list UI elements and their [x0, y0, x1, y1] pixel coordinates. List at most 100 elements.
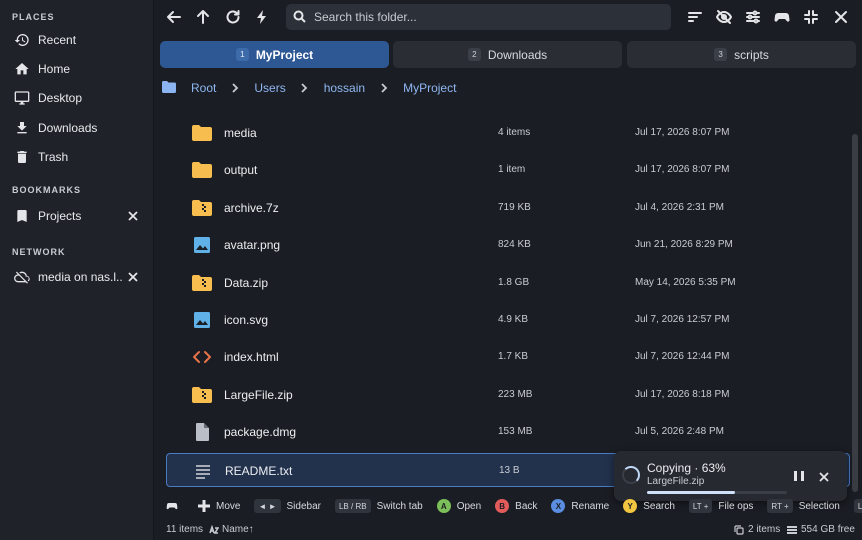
pause-button[interactable] — [794, 471, 804, 481]
hint-item-10: L3 / R — [853, 499, 862, 513]
tab-myproject[interactable]: 1 MyProject — [160, 41, 389, 68]
download-icon — [14, 120, 30, 136]
sidebar-item-label: Trash — [38, 150, 69, 164]
file-row[interactable]: media 4 items Jul 17, 2026 8:07 PM — [166, 116, 850, 150]
tab-label: Downloads — [487, 47, 548, 62]
tab-scripts[interactable]: 3 scripts — [627, 41, 856, 68]
status-bar: 11 items Name↑ 2 items 554 GB free — [154, 519, 862, 540]
text-file-icon — [193, 462, 213, 480]
search-box[interactable] — [286, 4, 671, 30]
hint-back: B Back — [495, 499, 537, 513]
hint-label: File ops — [718, 500, 754, 512]
hint-file-ops: LT + File ops — [688, 499, 754, 513]
hint-label: Rename — [571, 500, 610, 512]
toggle-hidden-button[interactable] — [714, 8, 734, 28]
cancel-copy-button[interactable] — [819, 471, 829, 482]
sort-indicator[interactable]: Name↑ — [209, 524, 254, 535]
network-heading: NETWORK — [12, 247, 66, 257]
toolbar — [154, 0, 862, 36]
hint-key: L3 / R — [853, 499, 862, 513]
file-row[interactable]: icon.svg 4.9 KB Jul 7, 2026 12:57 PM — [166, 303, 850, 337]
file-row[interactable]: Data.zip 1.8 GB May 14, 2026 5:35 PM — [166, 266, 850, 300]
sliders-icon — [745, 9, 761, 28]
file-list: media 4 items Jul 17, 2026 8:07 PM output 1 … — [154, 112, 862, 492]
file-name: LargeFile.zip — [224, 387, 293, 402]
file-name: output — [224, 163, 258, 178]
hint-label: Move — [216, 500, 241, 512]
file-row[interactable]: package.dmg 153 MB Jul 5, 2026 2:48 PM — [166, 415, 850, 449]
desktop-icon — [14, 90, 30, 106]
arrow-left-icon — [166, 9, 182, 28]
gamepad-mode-button[interactable] — [772, 8, 792, 28]
copy-status: Copying · 63% — [647, 461, 726, 475]
hint-key: LT + — [688, 499, 713, 513]
scrollbar[interactable] — [852, 134, 858, 492]
file-date: Jul 7, 2026 12:44 PM — [635, 351, 730, 363]
code-icon — [192, 348, 212, 366]
zip-folder-icon — [192, 199, 212, 217]
sidebar-item-label: Projects — [38, 209, 82, 223]
hint-button-y: Y — [623, 499, 638, 513]
history-icon — [14, 32, 30, 48]
selection-label: 2 items — [748, 524, 781, 535]
close-button[interactable] — [831, 8, 851, 28]
disconnect-icon[interactable] — [126, 270, 140, 284]
sidebar-item-desktop[interactable]: Desktop — [0, 84, 154, 112]
breadcrumb-hossain[interactable]: hossain — [324, 81, 365, 95]
hint-item-0 — [166, 500, 184, 512]
search-input[interactable] — [314, 4, 654, 30]
chevron-right-icon — [294, 83, 316, 93]
tab-downloads[interactable]: 2 Downloads — [393, 41, 622, 68]
refresh-icon — [225, 9, 241, 28]
close-icon — [833, 9, 849, 28]
tab-number: 3 — [714, 48, 728, 61]
file-name: Data.zip — [224, 275, 269, 290]
sort-button[interactable] — [685, 8, 705, 28]
refresh-button[interactable] — [223, 8, 243, 28]
hint-label: Open — [456, 500, 482, 512]
sidebar-item-downloads[interactable]: Downloads — [0, 114, 154, 142]
sidebar-item-trash[interactable]: Trash — [0, 143, 154, 171]
quick-action-button[interactable] — [252, 8, 272, 28]
disk-free: 554 GB free — [787, 524, 855, 535]
sidebar-item-network-share[interactable]: media on nas.l... — [0, 263, 154, 291]
file-row[interactable]: index.html 1.7 KB Jul 7, 2026 12:44 PM — [166, 340, 850, 374]
breadcrumb-users[interactable]: Users — [254, 81, 285, 95]
home-icon — [14, 61, 30, 77]
breadcrumb-current[interactable]: MyProject — [403, 81, 456, 95]
arrow-up-icon — [195, 9, 211, 28]
exit-fullscreen-button[interactable] — [801, 8, 821, 28]
file-name: archive.7z — [224, 200, 279, 215]
tab-number: 2 — [467, 48, 481, 61]
file-row[interactable]: LargeFile.zip 223 MB Jul 17, 2026 8:18 PM — [166, 378, 850, 412]
selection-count: 2 items — [734, 524, 780, 535]
back-button[interactable] — [164, 8, 184, 28]
sidebar-item-projects[interactable]: Projects — [0, 202, 154, 230]
remove-bookmark-icon[interactable] — [126, 209, 140, 223]
settings-button[interactable] — [743, 8, 763, 28]
hint-selection: RT + Selection — [767, 499, 840, 513]
hint-move: Move — [198, 500, 240, 512]
collapse-icon — [803, 9, 819, 28]
zip-folder-icon — [192, 386, 212, 404]
file-name: icon.svg — [224, 313, 269, 327]
file-row[interactable]: output 1 item Jul 17, 2026 8:07 PM — [166, 153, 850, 187]
file-size: 719 KB — [498, 201, 531, 213]
file-name: media — [224, 126, 257, 140]
sidebar-item-home[interactable]: Home — [0, 55, 154, 83]
hint-label: Sidebar — [286, 500, 321, 512]
up-button[interactable] — [193, 8, 213, 28]
close-icon — [819, 472, 829, 482]
breadcrumb-root[interactable]: Root — [191, 81, 216, 95]
copy-icon — [734, 524, 744, 535]
sidebar-item-recent[interactable]: Recent — [0, 26, 154, 54]
file-date: May 14, 2026 5:35 PM — [635, 276, 736, 288]
file-name: avatar.png — [224, 238, 281, 253]
file-name: README.txt — [225, 463, 293, 478]
file-row[interactable]: avatar.png 824 KB Jun 21, 2026 8:29 PM — [166, 228, 850, 262]
tab-label: scripts — [734, 47, 769, 62]
file-row[interactable]: archive.7z 719 KB Jul 4, 2026 2:31 PM — [166, 191, 850, 225]
dpad-icon — [198, 500, 210, 512]
hint-sidebar: ◄ ► Sidebar — [254, 499, 321, 513]
hint-switch-tab: LB / RB Switch tab — [334, 499, 423, 513]
